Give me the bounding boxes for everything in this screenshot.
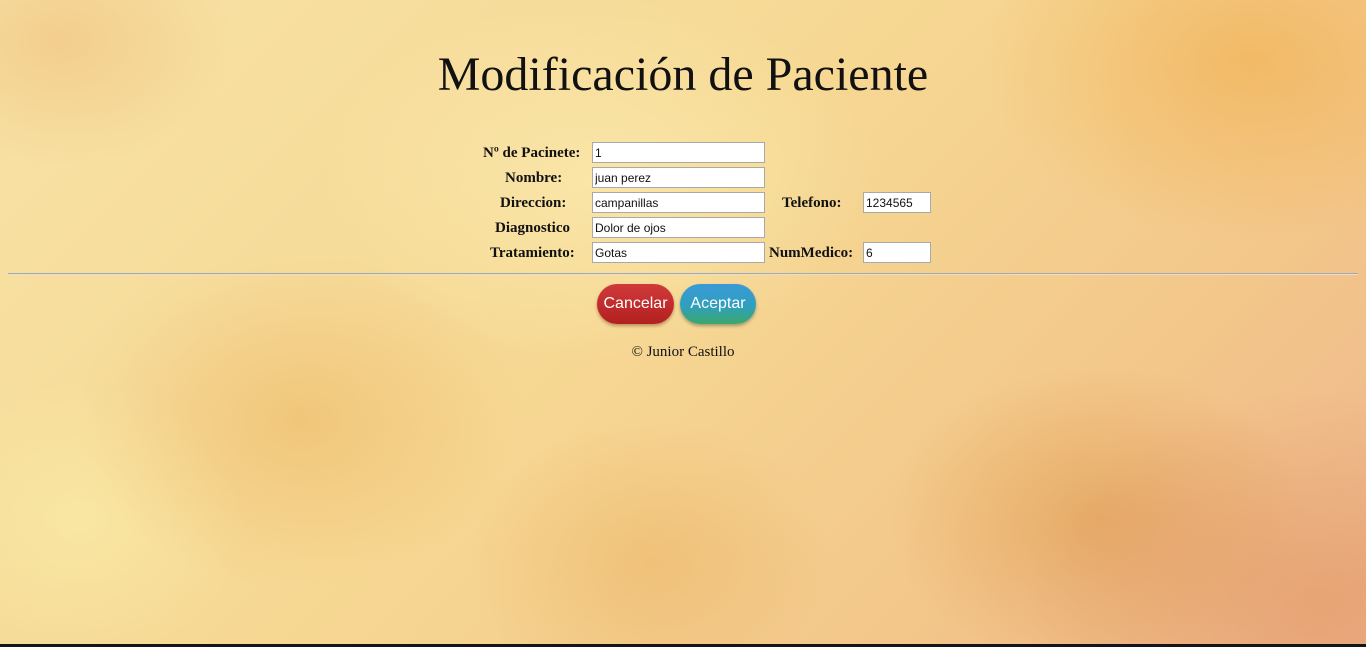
patient-number-input[interactable] [592, 142, 765, 163]
horizontal-divider [8, 273, 1358, 275]
name-label: Nombre: [505, 170, 563, 186]
diagnosis-label: Diagnostico [495, 220, 570, 236]
name-input[interactable] [592, 167, 765, 188]
accept-button[interactable]: Aceptar [680, 284, 756, 324]
treatment-label: Tratamiento: [490, 245, 575, 261]
doctor-number-input[interactable] [863, 242, 931, 263]
patient-number-label: Nº de Pacinete: [483, 145, 581, 161]
phone-label: Telefono: [782, 195, 842, 211]
doctor-number-label: NumMedico: [769, 245, 854, 261]
treatment-input[interactable] [592, 242, 765, 263]
address-input[interactable] [592, 192, 765, 213]
diagnosis-input[interactable] [592, 217, 765, 238]
copyright-footer: © Junior Castillo [631, 344, 735, 360]
phone-input[interactable] [863, 192, 931, 213]
address-label: Direccion: [500, 195, 567, 211]
cancel-button[interactable]: Cancelar [597, 284, 674, 324]
page-title: Modificación de Paciente [437, 48, 929, 101]
